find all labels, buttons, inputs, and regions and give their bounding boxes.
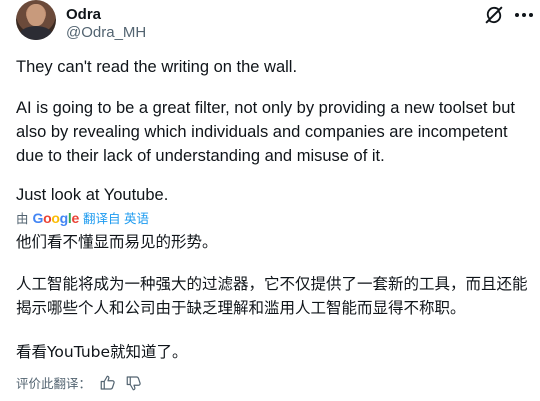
translation-source-link[interactable]: 翻译自 英语 (83, 208, 149, 227)
translated-paragraph-1: 他们看不懂显而易见的形势。 (16, 233, 218, 251)
translated-by-prefix: 由 (16, 212, 29, 226)
translated-by-row: 由 Google 翻译自 英语 (16, 208, 149, 227)
google-logo: Google (32, 209, 80, 226)
avatar-body (19, 26, 53, 40)
translated-paragraph-2: 人工智能将成为一种强大的过滤器，它不仅提供了一套新的工具，而且还能揭示哪些个人和… (16, 275, 528, 317)
rate-translation-row: 评价此翻译： (16, 373, 143, 392)
more-icon[interactable] (512, 6, 536, 24)
author-name[interactable]: Odra (66, 6, 101, 23)
avatar[interactable] (16, 0, 56, 40)
tweet-paragraph-3: Just look at Youtube. (16, 186, 169, 204)
translated-paragraph-3: 看看YouTube就知道了。 (16, 343, 188, 361)
avatar-face (27, 4, 45, 26)
author-handle[interactable]: @Odra_MH (66, 24, 146, 41)
rate-translation-label: 评价此翻译： (16, 377, 92, 391)
tweet-paragraph-2: AI is going to be a great filter, not on… (16, 99, 515, 165)
thumb-down-icon[interactable] (125, 374, 143, 392)
thumb-up-icon[interactable] (99, 374, 117, 392)
grok-icon[interactable] (483, 4, 505, 26)
tweet-paragraph-1: They can't read the writing on the wall. (16, 58, 298, 76)
